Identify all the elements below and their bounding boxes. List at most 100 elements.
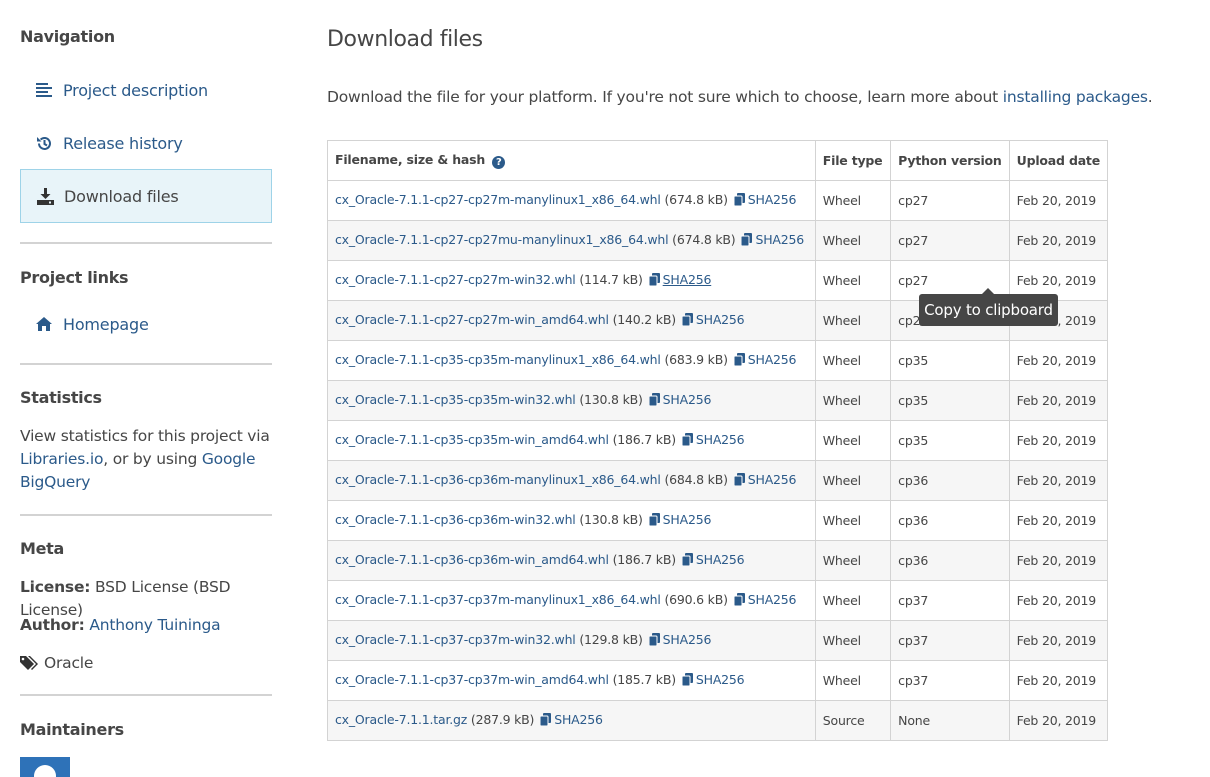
author-link[interactable]: Anthony Tuininga	[89, 616, 220, 634]
table-row: cx_Oracle-7.1.1-cp27-cp27mu-manylinux1_x…	[327, 220, 1109, 261]
sha256-label: SHA256	[662, 512, 712, 527]
file-download-link[interactable]: cx_Oracle-7.1.1-cp36-cp36m-manylinux1_x8…	[335, 472, 661, 487]
file-download-link[interactable]: cx_Oracle-7.1.1-cp36-cp36m-win32.whl	[335, 512, 576, 527]
copy-icon	[681, 553, 693, 569]
copy-icon	[733, 353, 745, 369]
divider	[20, 242, 272, 244]
header-filename: Filename, size & hash ?	[327, 140, 816, 181]
file-size: (690.6 kB)	[664, 592, 728, 607]
file-type-cell: Wheel	[814, 220, 892, 261]
copy-icon	[681, 673, 693, 689]
nav-item-project-description[interactable]: Project description	[20, 63, 272, 117]
copy-sha256-button[interactable]: SHA256	[648, 272, 711, 287]
file-type-cell: Wheel	[814, 460, 892, 501]
nav-item-release-history[interactable]: Release history	[20, 116, 272, 170]
file-download-link[interactable]: cx_Oracle-7.1.1-cp27-cp27mu-manylinux1_x…	[335, 232, 669, 247]
file-size: (684.8 kB)	[664, 472, 728, 487]
table-row: cx_Oracle-7.1.1-cp36-cp36m-win_amd64.whl…	[327, 540, 1109, 581]
table-row: cx_Oracle-7.1.1-cp37-cp37m-manylinux1_x8…	[327, 580, 1109, 621]
upload-date-cell: Feb 20, 2019	[1008, 180, 1109, 221]
python-version-cell: None	[890, 700, 1010, 741]
upload-date-cell: Feb 20, 2019	[1008, 340, 1109, 381]
divider	[20, 514, 272, 516]
history-icon	[35, 134, 53, 152]
file-cell: cx_Oracle-7.1.1-cp36-cp36m-win_amd64.whl…	[327, 540, 816, 581]
license-label: License:	[20, 578, 91, 596]
header-filename-label: Filename, size & hash	[335, 152, 486, 167]
table-header-row: Filename, size & hash ? File type Python…	[327, 140, 1109, 181]
sha256-label: SHA256	[662, 632, 712, 647]
home-icon	[35, 315, 53, 333]
nav-item-label: Release history	[63, 133, 183, 153]
table-row: cx_Oracle-7.1.1-cp35-cp35m-manylinux1_x8…	[327, 340, 1109, 381]
file-download-link[interactable]: cx_Oracle-7.1.1.tar.gz	[335, 712, 467, 727]
maintainer-avatar[interactable]	[20, 757, 70, 777]
copy-sha256-button[interactable]: SHA256	[681, 552, 745, 569]
table-row: cx_Oracle-7.1.1-cp37-cp37m-win_amd64.whl…	[327, 660, 1109, 701]
homepage-link[interactable]: Homepage	[20, 297, 272, 351]
copy-sha256-button[interactable]: SHA256	[681, 672, 745, 689]
upload-date-cell: Feb 20, 2019	[1008, 420, 1109, 461]
sha256-label: SHA256	[747, 352, 797, 367]
sha256-label: SHA256	[747, 472, 797, 487]
file-size: (130.8 kB)	[579, 512, 643, 527]
table-row: cx_Oracle-7.1.1.tar.gz (287.9 kB) SHA256 S…	[327, 700, 1109, 741]
upload-date-cell: Feb 20, 2019	[1008, 500, 1109, 541]
sha256-label: SHA256	[695, 312, 745, 327]
copy-sha256-button[interactable]: SHA256	[681, 312, 745, 327]
upload-date-cell: Feb 20, 2019	[1008, 620, 1109, 661]
file-download-link[interactable]: cx_Oracle-7.1.1-cp27-cp27m-win32.whl	[335, 272, 576, 287]
nav-item-download-files[interactable]: Download files	[20, 169, 272, 223]
copy-sha256-button[interactable]: SHA256	[648, 392, 711, 407]
file-size: (185.7 kB)	[612, 672, 677, 687]
tag-line: Oracle	[20, 652, 272, 675]
file-download-link[interactable]: cx_Oracle-7.1.1-cp35-cp35m-win32.whl	[335, 392, 576, 407]
file-type-cell: Wheel	[814, 260, 892, 301]
sha256-label: SHA256	[747, 592, 797, 607]
copy-icon	[539, 713, 552, 729]
table-row: cx_Oracle-7.1.1-cp27-cp27m-manylinux1_x8…	[327, 180, 1109, 221]
file-cell: cx_Oracle-7.1.1-cp36-cp36m-win32.whl (13…	[327, 500, 816, 541]
copy-sha256-button[interactable]: SHA256	[740, 232, 804, 247]
file-size: (129.8 kB)	[579, 632, 643, 647]
copy-sha256-button[interactable]: SHA256	[733, 472, 797, 487]
file-download-link[interactable]: cx_Oracle-7.1.1-cp27-cp27m-win_amd64.whl	[335, 312, 609, 327]
question-circle-icon[interactable]: ?	[492, 156, 506, 169]
copy-sha256-button[interactable]: SHA256	[733, 192, 797, 207]
file-type-cell: Wheel	[814, 420, 892, 461]
python-version-cell: cp35	[890, 340, 1010, 381]
file-size: (186.7 kB)	[612, 432, 677, 447]
upload-date-cell: Feb 20, 2019	[1008, 460, 1109, 501]
file-size: (186.7 kB)	[612, 552, 677, 567]
file-download-link[interactable]: cx_Oracle-7.1.1-cp37-cp37m-win_amd64.whl	[335, 672, 609, 687]
copy-sha256-button[interactable]: SHA256	[539, 712, 603, 729]
file-download-link[interactable]: cx_Oracle-7.1.1-cp35-cp35m-win_amd64.whl	[335, 432, 609, 447]
copy-sha256-button[interactable]: SHA256	[733, 352, 797, 369]
copy-sha256-button[interactable]: SHA256	[648, 632, 712, 647]
libraries-io-link[interactable]: Libraries.io	[20, 450, 103, 468]
copy-sha256-button[interactable]: SHA256	[648, 512, 712, 527]
author-label: Author:	[20, 616, 85, 634]
download-icon	[36, 187, 54, 205]
copy-icon	[733, 593, 745, 609]
file-download-link[interactable]: cx_Oracle-7.1.1-cp36-cp36m-win_amd64.whl	[335, 552, 609, 567]
python-version-cell: cp27	[890, 220, 1010, 261]
homepage-label: Homepage	[63, 314, 149, 334]
nav-item-label: Download files	[64, 186, 179, 206]
upload-date-cell: Feb 20, 2019	[1008, 380, 1109, 421]
file-download-link[interactable]: cx_Oracle-7.1.1-cp27-cp27m-manylinux1_x8…	[335, 192, 661, 207]
file-download-link[interactable]: cx_Oracle-7.1.1-cp37-cp37m-manylinux1_x8…	[335, 592, 661, 607]
installing-packages-link[interactable]: installing packages	[1003, 88, 1148, 106]
python-version-cell: cp36	[890, 540, 1010, 581]
intro-text: Download the file for your platform. If …	[327, 88, 1153, 106]
file-download-link[interactable]: cx_Oracle-7.1.1-cp37-cp37m-win32.whl	[335, 632, 576, 647]
copy-sha256-button[interactable]: SHA256	[733, 592, 797, 609]
python-version-cell: cp36	[890, 460, 1010, 501]
project-links-heading: Project links	[20, 268, 129, 287]
file-size: (114.7 kB)	[579, 272, 643, 287]
file-cell: cx_Oracle-7.1.1-cp35-cp35m-win_amd64.whl…	[327, 420, 816, 461]
file-download-link[interactable]: cx_Oracle-7.1.1-cp35-cp35m-manylinux1_x8…	[335, 352, 661, 367]
copy-tooltip: Copy to clipboard	[919, 288, 1058, 326]
python-version-cell: cp37	[890, 660, 1010, 701]
copy-sha256-button[interactable]: SHA256	[681, 432, 745, 447]
